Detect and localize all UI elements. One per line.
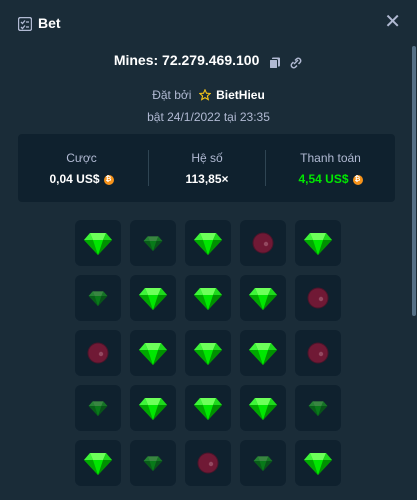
gem-icon: [303, 228, 333, 258]
stat-bet-value-row: 0,04 US$ ₿: [18, 172, 145, 186]
mine-icon: [197, 452, 219, 474]
bet-date: bật 24/1/2022 tại 23:35: [147, 110, 270, 124]
gem-icon: [303, 448, 333, 478]
gem-icon: [88, 398, 108, 418]
gem-icon: [253, 453, 273, 473]
board-tile: [240, 275, 286, 321]
board-tile: [185, 330, 231, 376]
board-tile: [295, 220, 341, 266]
modal-header: Bet ✕: [0, 0, 417, 48]
game-id-line: Mines: 72.279.469.100: [0, 52, 417, 69]
stat-multiplier-value: 113,85×: [185, 172, 229, 186]
gem-icon: [138, 283, 168, 313]
placed-by-label: Đặt bởi: [152, 88, 192, 102]
board-tile: [75, 385, 121, 431]
stat-bet-value: 0,04 US$: [49, 172, 100, 186]
gem-icon: [88, 288, 108, 308]
mine-icon: [252, 232, 274, 254]
stat-payout: Thanh toán 4,54 US$ ₿: [266, 134, 395, 202]
scrollbar[interactable]: [412, 46, 416, 316]
bitcoin-icon: ₿: [352, 174, 363, 185]
stat-payout-value: 4,54 US$: [298, 172, 349, 186]
stat-multiplier: Hệ số 113,85×: [149, 134, 265, 202]
board-tile: [130, 275, 176, 321]
gem-icon: [143, 233, 163, 253]
gem-icon: [193, 228, 223, 258]
board-tile: [295, 440, 341, 486]
gem-icon: [138, 393, 168, 423]
stat-bet-label: Cược: [66, 151, 97, 165]
board-tile: [75, 330, 121, 376]
username-link[interactable]: BietHieu: [216, 88, 265, 102]
mine-icon: [307, 287, 329, 309]
modal-title: Bet: [38, 15, 61, 31]
mine-icon: [307, 342, 329, 364]
link-icon[interactable]: [289, 57, 303, 69]
board-tile: [295, 385, 341, 431]
gem-icon: [248, 338, 278, 368]
board-tile: [75, 440, 121, 486]
stat-bet: Cược 0,04 US$ ₿: [18, 134, 145, 202]
game-id-text: Mines: 72.279.469.100: [113, 52, 260, 68]
copy-icon[interactable]: [269, 57, 281, 69]
gem-icon: [138, 338, 168, 368]
board-tile: [185, 275, 231, 321]
board-tile: [185, 440, 231, 486]
gem-icon: [83, 448, 113, 478]
board-tile: [185, 220, 231, 266]
gem-icon: [193, 283, 223, 313]
bet-slip-icon: [18, 17, 32, 31]
star-icon: [198, 88, 212, 101]
close-icon[interactable]: ✕: [384, 12, 401, 32]
gem-icon: [248, 393, 278, 423]
board-tile: [185, 385, 231, 431]
board-tile: [130, 440, 176, 486]
gem-icon: [248, 283, 278, 313]
gem-icon: [193, 393, 223, 423]
board-tile: [240, 330, 286, 376]
gem-icon: [143, 453, 163, 473]
bet-stats-panel: Cược 0,04 US$ ₿ Hệ số 113,85× Thanh toán …: [18, 134, 395, 202]
board-tile: [130, 220, 176, 266]
board-tile: [75, 275, 121, 321]
board-tile: [240, 220, 286, 266]
board-tile: [240, 385, 286, 431]
board-tile: [130, 330, 176, 376]
placed-by: Đặt bởi BietHieu: [0, 88, 417, 102]
bitcoin-icon: ₿: [103, 174, 114, 185]
mine-icon: [87, 342, 109, 364]
stat-multiplier-label: Hệ số: [191, 151, 223, 165]
board-tile: [240, 440, 286, 486]
gem-icon: [308, 398, 328, 418]
stat-payout-label: Thanh toán: [300, 151, 361, 165]
gem-icon: [83, 228, 113, 258]
board-tile: [130, 385, 176, 431]
gem-icon: [193, 338, 223, 368]
stat-payout-value-row: 4,54 US$ ₿: [266, 172, 395, 186]
board-tile: [75, 220, 121, 266]
board-tile: [295, 330, 341, 376]
board-tile: [295, 275, 341, 321]
